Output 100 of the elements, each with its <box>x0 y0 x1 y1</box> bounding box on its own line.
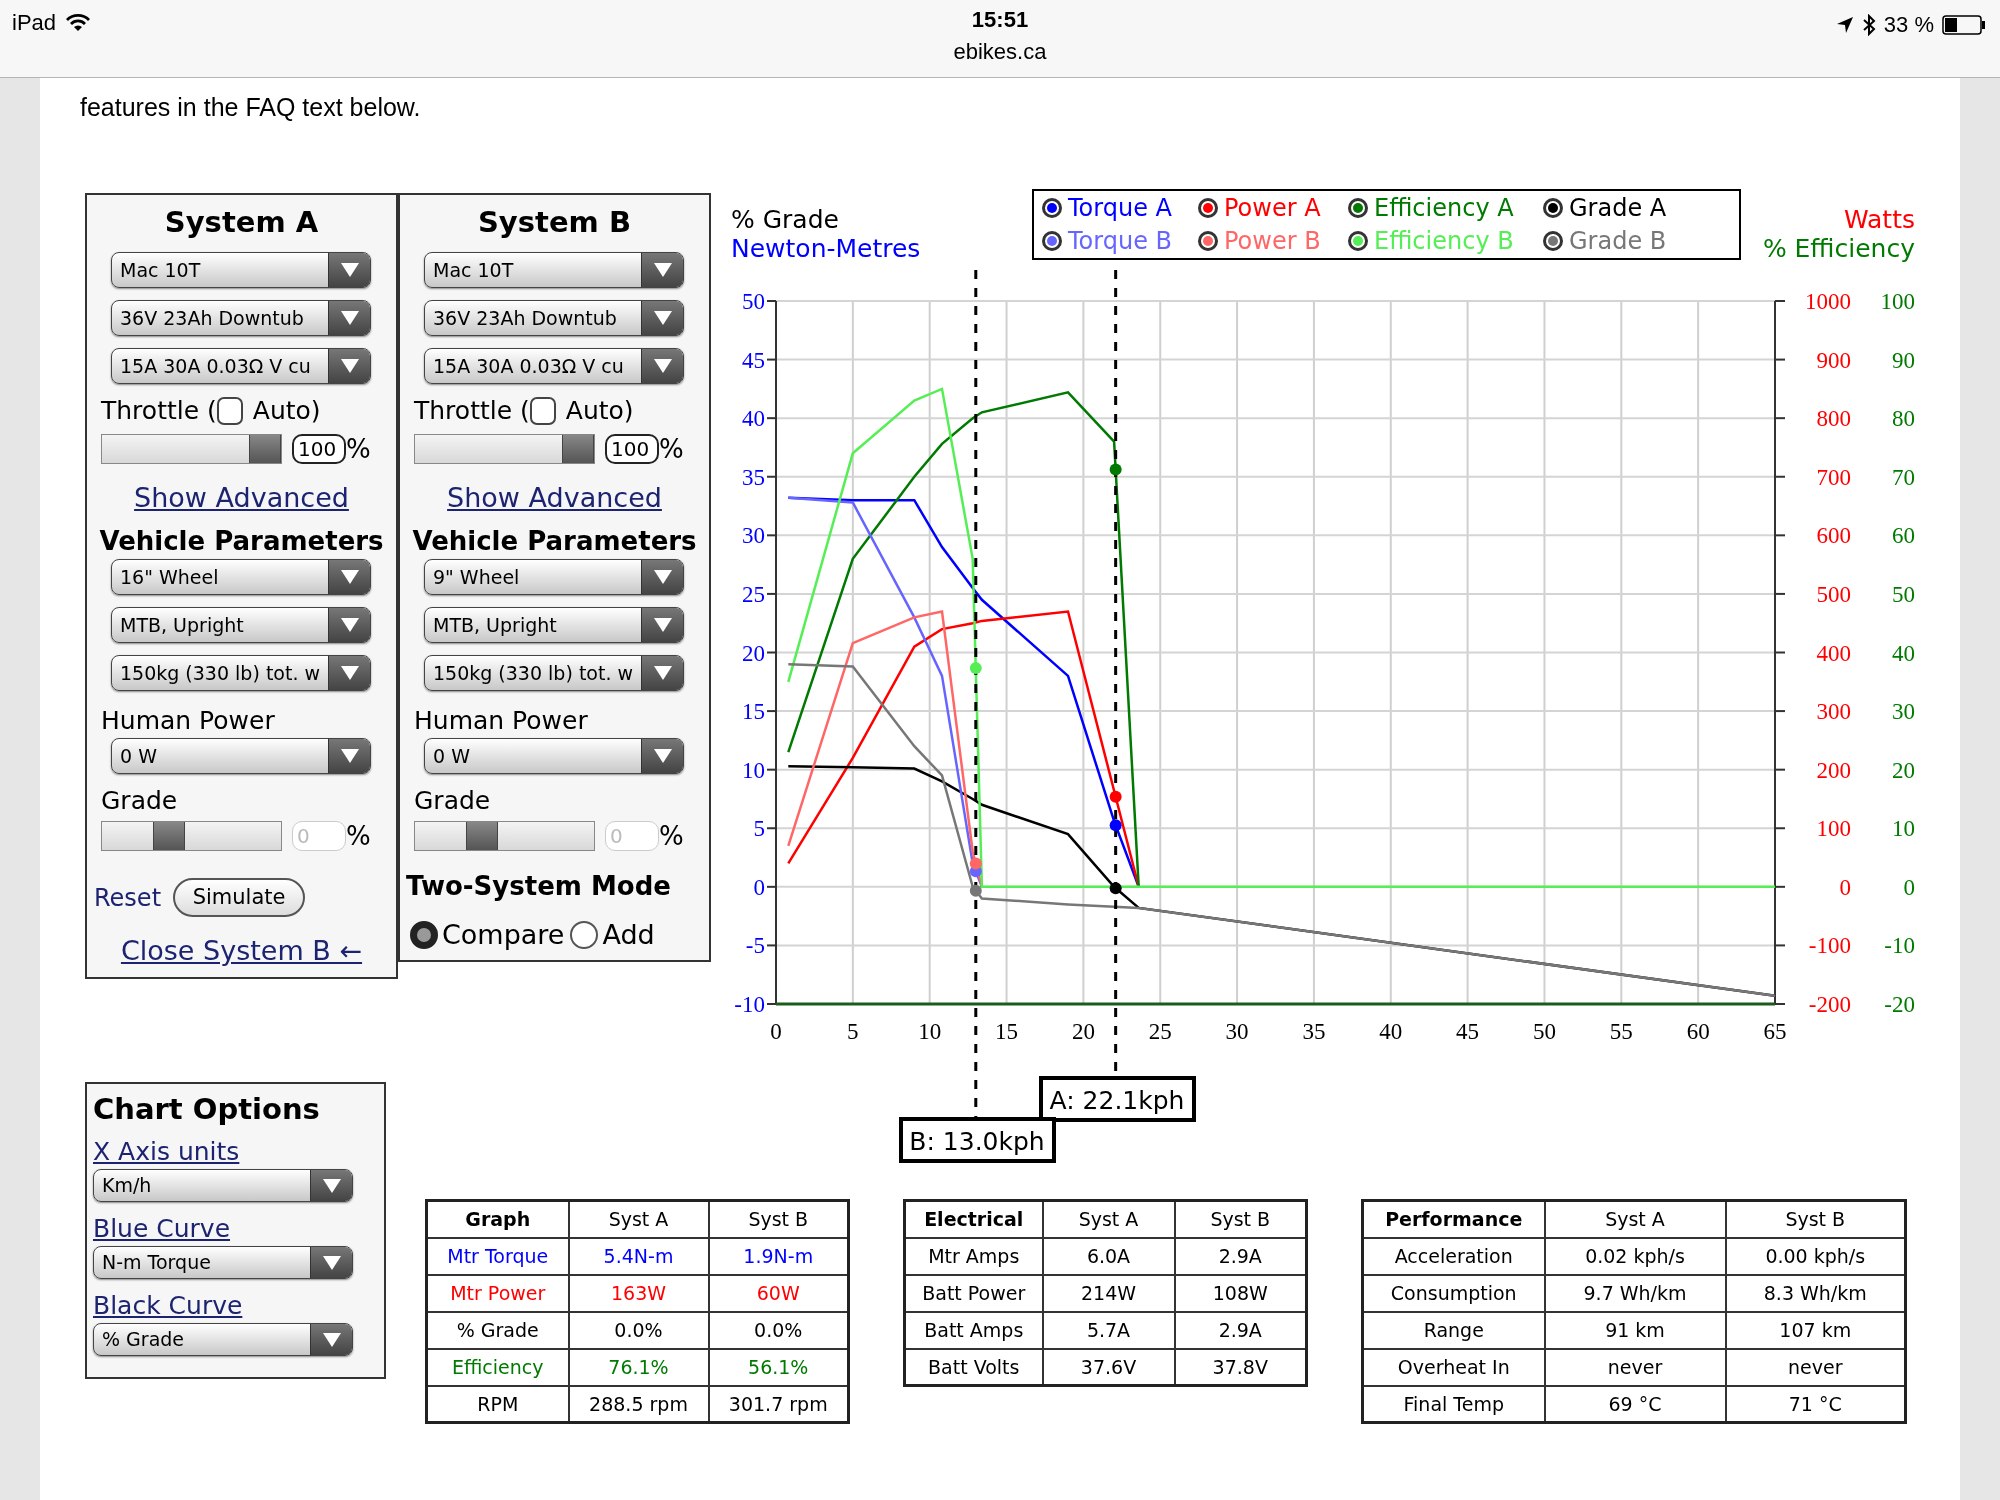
legend-label: Power B <box>1224 225 1321 257</box>
tick-label: 0 <box>770 1019 782 1044</box>
table-cell: 9.7 Wh/km <box>1544 1274 1726 1312</box>
percent-label: % <box>346 821 371 851</box>
tick-label: 10 <box>1892 816 1915 842</box>
percent-label: % <box>659 434 684 464</box>
tick-label: 100 <box>1880 289 1915 314</box>
ref-line-label: B: 13.0kph <box>909 1127 1045 1156</box>
tick-label: 55 <box>1609 1019 1633 1044</box>
table-cell: 214W <box>1042 1274 1175 1312</box>
tick-label: 60 <box>1892 523 1915 549</box>
tick-label: 15 <box>742 699 765 725</box>
clock-time: 15:51 <box>971 6 1029 34</box>
table-cell: 6.0A <box>1042 1237 1175 1275</box>
tick-label: 30 <box>742 523 765 549</box>
legend-label: Efficiency B <box>1374 225 1514 257</box>
tick-label: 100 <box>1816 816 1851 842</box>
panel-title: Chart Options <box>93 1091 321 1127</box>
auto-label: Auto) <box>565 395 634 427</box>
legend-label: Efficiency A <box>1374 192 1514 224</box>
tick-label: -100 <box>1808 933 1851 959</box>
tick-label: 0 <box>1839 874 1851 900</box>
tick-label: 90 <box>1892 347 1915 373</box>
table-cell: never <box>1544 1348 1726 1386</box>
tick-label: 10 <box>742 757 765 783</box>
tick-label: 60 <box>1686 1019 1710 1044</box>
throttle-label: Throttle ( <box>101 395 217 427</box>
table-cell: Mtr Torque <box>426 1237 569 1275</box>
section-title: Two-System Mode <box>406 870 672 903</box>
column-header: Electrical <box>904 1200 1043 1238</box>
tick-label: 500 <box>1816 581 1851 607</box>
panel-title: System B <box>477 204 632 240</box>
tick-label: 5 <box>753 816 765 842</box>
tick-label: 800 <box>1816 406 1851 432</box>
tick-label: 50 <box>742 289 765 314</box>
table-cell: Acceleration <box>1362 1237 1545 1275</box>
table-cell: % Grade <box>426 1311 569 1349</box>
tick-label: 70 <box>1892 464 1915 490</box>
table-cell: 0.0% <box>568 1311 709 1349</box>
tick-label: 20 <box>1071 1019 1095 1044</box>
tick-label: -5 <box>745 933 765 959</box>
percent-label: % <box>346 434 371 464</box>
grade-label: Grade <box>414 785 492 817</box>
table-cell: Consumption <box>1362 1274 1545 1312</box>
column-header: Syst A <box>568 1200 709 1238</box>
tick-label: -20 <box>1884 992 1915 1017</box>
tick-label: 400 <box>1816 640 1851 666</box>
tick-label: 300 <box>1816 699 1851 725</box>
column-header: Syst A <box>1042 1200 1175 1238</box>
tick-label: 40 <box>742 406 765 432</box>
speed-label: B: 13.0kph <box>899 1117 1056 1163</box>
table-cell: Range <box>1362 1311 1545 1349</box>
percent-label: % <box>659 821 684 851</box>
legend-label: Grade B <box>1569 225 1667 257</box>
auto-label: Auto) <box>252 395 321 427</box>
column-header: Graph <box>426 1200 569 1238</box>
ref-line-label: A: 22.1kph <box>1049 1086 1185 1115</box>
axis-title: % Efficiency <box>1762 234 1915 263</box>
tick-label: 35 <box>1302 1019 1326 1044</box>
tick-label: 50 <box>1532 1019 1556 1044</box>
axis-title: Newton-Metres <box>731 234 922 263</box>
table-cell: 5.4N-m <box>568 1237 709 1275</box>
table-cell: 5.7A <box>1042 1311 1175 1349</box>
tick-label: 45 <box>1456 1019 1480 1044</box>
tick-label: -200 <box>1808 992 1851 1017</box>
tick-label: 900 <box>1816 347 1851 373</box>
tick-label: 50 <box>1892 581 1915 607</box>
tick-label: 1000 <box>1805 289 1851 314</box>
section-title: Vehicle Parameters <box>411 525 698 558</box>
table-cell: Mtr Power <box>426 1274 569 1312</box>
section-title: Vehicle Parameters <box>98 525 385 558</box>
table-cell: Batt Amps <box>904 1311 1043 1349</box>
tick-label: 30 <box>1892 699 1915 725</box>
panel-title: System A <box>163 204 320 240</box>
table-cell: 76.1% <box>568 1348 709 1386</box>
tick-label: 5 <box>847 1019 859 1044</box>
human-power-label: Human Power <box>414 705 589 737</box>
tick-label: 45 <box>742 347 765 373</box>
tick-label: 600 <box>1816 523 1851 549</box>
throttle-label: Throttle ( <box>414 395 530 427</box>
tick-label: 30 <box>1225 1019 1249 1044</box>
legend-label: Torque B <box>1068 225 1172 257</box>
tick-label: 15 <box>995 1019 1019 1044</box>
legend-label: Grade A <box>1569 192 1667 224</box>
table-cell: Overheat In <box>1362 1348 1545 1386</box>
tick-label: 0 <box>1903 874 1915 900</box>
human-power-label: Human Power <box>101 705 276 737</box>
table-cell: Efficiency <box>426 1348 569 1386</box>
table-cell: Mtr Amps <box>904 1237 1043 1275</box>
intro-text: features in the FAQ text below. <box>80 92 422 122</box>
tick-label: 10 <box>918 1019 942 1044</box>
table-cell: 0.02 kph/s <box>1544 1237 1726 1275</box>
tick-label: 20 <box>742 640 765 666</box>
axis-title: % Grade <box>731 205 840 234</box>
tick-label: 35 <box>742 464 765 490</box>
table-cell: 91 km <box>1544 1311 1726 1349</box>
column-header: Performance <box>1362 1200 1545 1238</box>
tick-label: 20 <box>1892 757 1915 783</box>
tick-label: 40 <box>1379 1019 1403 1044</box>
battery-percent: 33 % <box>1883 11 1934 39</box>
